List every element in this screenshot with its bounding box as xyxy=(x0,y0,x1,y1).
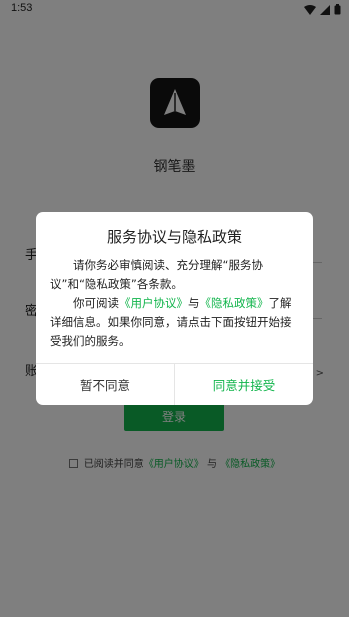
dialog-paragraph-1: 请你务必审慎阅读、充分理解“服务协议”和“隐私政策”各条款。 xyxy=(50,258,263,291)
accept-button[interactable]: 同意并接受 xyxy=(175,364,313,405)
decline-button[interactable]: 暂不同意 xyxy=(36,364,174,405)
dialog-body: 请你务必审慎阅读、充分理解“服务协议”和“隐私政策”各条款。 你可阅读《用户协议… xyxy=(50,256,300,351)
dialog-privacy-link[interactable]: 《隐私政策》 xyxy=(200,296,269,310)
dialog-para2-and: 与 xyxy=(188,296,200,310)
dialog-title: 服务协议与隐私政策 xyxy=(106,228,242,246)
dialog-user-agreement-link[interactable]: 《用户协议》 xyxy=(119,296,188,310)
dialog-para2-prefix: 你可阅读 xyxy=(73,296,119,310)
privacy-dialog: 服务协议与隐私政策 请你务必审慎阅读、充分理解“服务协议”和“隐私政策”各条款。… xyxy=(36,212,313,405)
dialog-paragraph-2: 你可阅读《用户协议》与《隐私政策》了解详细信息。如果你同意，请点击下面按钮开始接… xyxy=(50,294,300,351)
